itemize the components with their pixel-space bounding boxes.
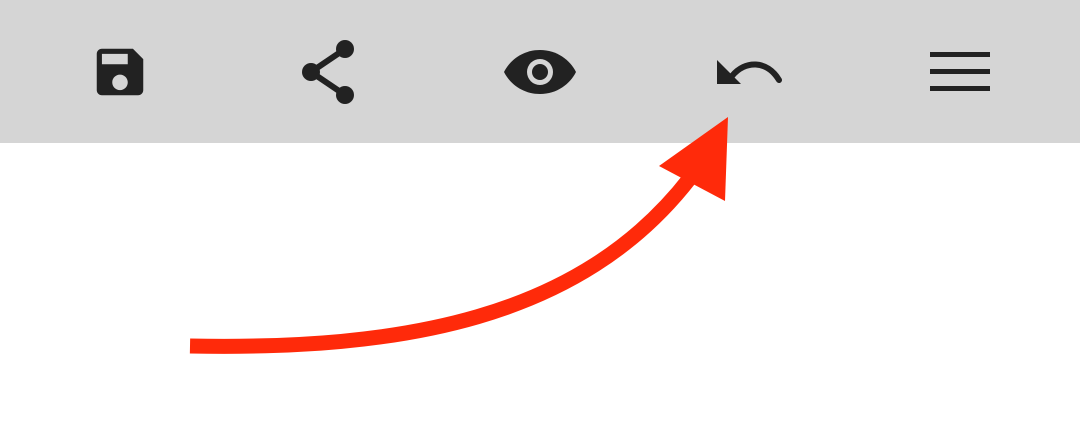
floppy-disk-icon	[96, 48, 144, 96]
share-icon	[302, 40, 354, 104]
arrow-shaft	[189, 173, 696, 354]
eye-icon	[504, 50, 576, 94]
menu-button[interactable]	[910, 22, 1010, 122]
preview-button[interactable]	[490, 22, 590, 122]
app-screen	[0, 0, 1080, 446]
undo-button[interactable]	[700, 22, 800, 122]
top-toolbar	[0, 0, 1080, 143]
save-button[interactable]	[70, 22, 170, 122]
hamburger-menu-icon	[930, 52, 990, 91]
undo-icon	[717, 60, 782, 84]
share-button[interactable]	[280, 22, 380, 122]
